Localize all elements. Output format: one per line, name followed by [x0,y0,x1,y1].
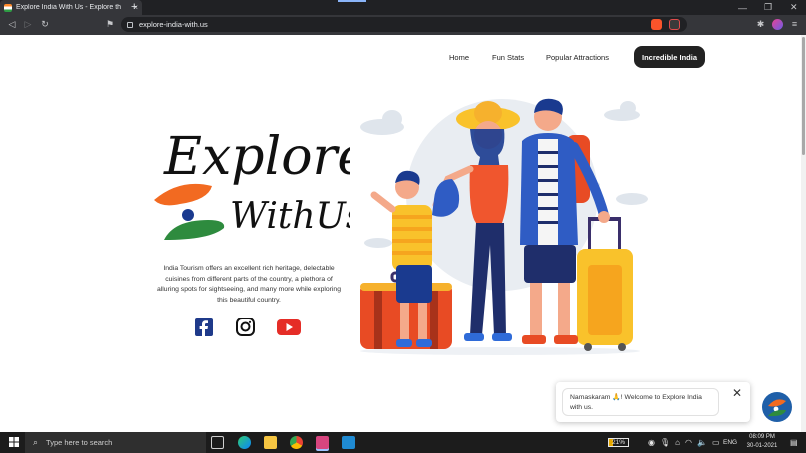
nav-home[interactable]: Home [449,46,469,68]
youtube-icon[interactable] [277,318,301,336]
new-tab-button[interactable]: + [131,1,137,13]
search-icon: ⌕ [33,437,39,447]
reload-icon[interactable]: ↻ [38,17,52,31]
lock-icon [127,21,133,28]
chat-popup: Namaskaram 🙏! Welcome to Explore India w… [556,382,750,422]
logo-withus-text: WithUs [230,196,350,237]
tray-icons[interactable]: ◉ 🎙 ⌂ ◠ 🔈 ▭ [648,432,720,453]
forward-icon[interactable]: ▷ [21,17,35,31]
logo-saffron-stroke [154,183,212,206]
logo-green-stroke [164,220,225,240]
rewards-icon[interactable] [669,19,680,30]
nav-popular-attractions[interactable]: Popular Attractions [546,46,609,68]
taskbar-search-placeholder: Type here to search [46,438,113,447]
chrome-icon[interactable] [290,436,303,449]
minimize-button[interactable]: — [738,0,747,15]
windows-start-icon[interactable] [9,437,19,447]
travel-family-illustration [360,98,648,355]
extensions-icon[interactable]: ✱ [755,19,766,30]
instagram-icon[interactable] [235,318,255,336]
battery-percent: 21% [608,438,630,447]
browser-tab[interactable]: Explore India With Us - Explore th × [0,0,142,15]
explore-with-us-logo: Explore WithUs [154,127,350,240]
menu-icon[interactable]: ≡ [789,19,800,30]
clock-time: 08:09 PM [749,434,775,440]
language-indicator[interactable]: ENG [723,432,737,453]
battery-indicator[interactable]: 21% [608,432,630,453]
chrome-tray-icon[interactable]: ◉ [648,438,655,447]
brave-shield-icon[interactable] [651,19,662,30]
facebook-icon[interactable] [194,318,214,336]
address-bar[interactable]: explore-india-with.us [121,17,687,32]
chat-welcome-message: Namaskaram 🙏! Welcome to Explore India w… [562,388,719,416]
page-scrollbar[interactable] [801,35,806,432]
tab-search-indicator [338,0,366,2]
scrollbar-thumb[interactable] [802,37,805,155]
tab-title: Explore India With Us - Explore th [16,4,122,11]
logo-explore-text: Explore [163,127,350,187]
battery-tray-icon[interactable]: ▭ [712,438,720,447]
close-window-button[interactable]: ✕ [790,0,798,15]
brave-browser-icon[interactable] [316,436,329,449]
wifi-icon[interactable]: ◠ [685,438,692,447]
nav-fun-stats[interactable]: Fun Stats [492,46,524,68]
nav-incredible-india[interactable]: Incredible India [634,46,706,68]
mic-icon[interactable]: 🎙 [660,438,670,447]
profile-avatar[interactable] [772,19,783,30]
file-explorer-icon[interactable] [264,436,277,449]
notification-icon[interactable]: ▤ [790,432,798,453]
edge-icon[interactable] [238,436,251,449]
network-icon[interactable]: ⌂ [675,438,680,447]
taskbar-clock[interactable]: 08:09 PM 30-01-2021 [744,433,780,451]
volume-icon[interactable]: 🔈 [697,438,707,447]
logo-chakra-dot [182,209,194,221]
bookmark-icon[interactable]: ⚑ [103,17,117,31]
url-text: explore-india-with.us [139,20,208,29]
hero-description: India Tourism offers an excellent rich h… [157,265,341,304]
maximize-button[interactable]: ❐ [764,0,772,15]
task-view-icon[interactable] [211,436,224,449]
chat-launcher-button[interactable] [762,392,792,422]
vscode-icon[interactable] [342,436,355,449]
clock-date: 30-01-2021 [746,443,778,449]
back-icon[interactable]: ◁ [5,17,19,31]
taskbar-search[interactable]: ⌕ Type here to search [25,432,206,453]
chat-close-button[interactable]: ✕ [732,387,742,399]
india-flag-icon [768,399,786,417]
tab-favicon-icon [4,3,12,12]
